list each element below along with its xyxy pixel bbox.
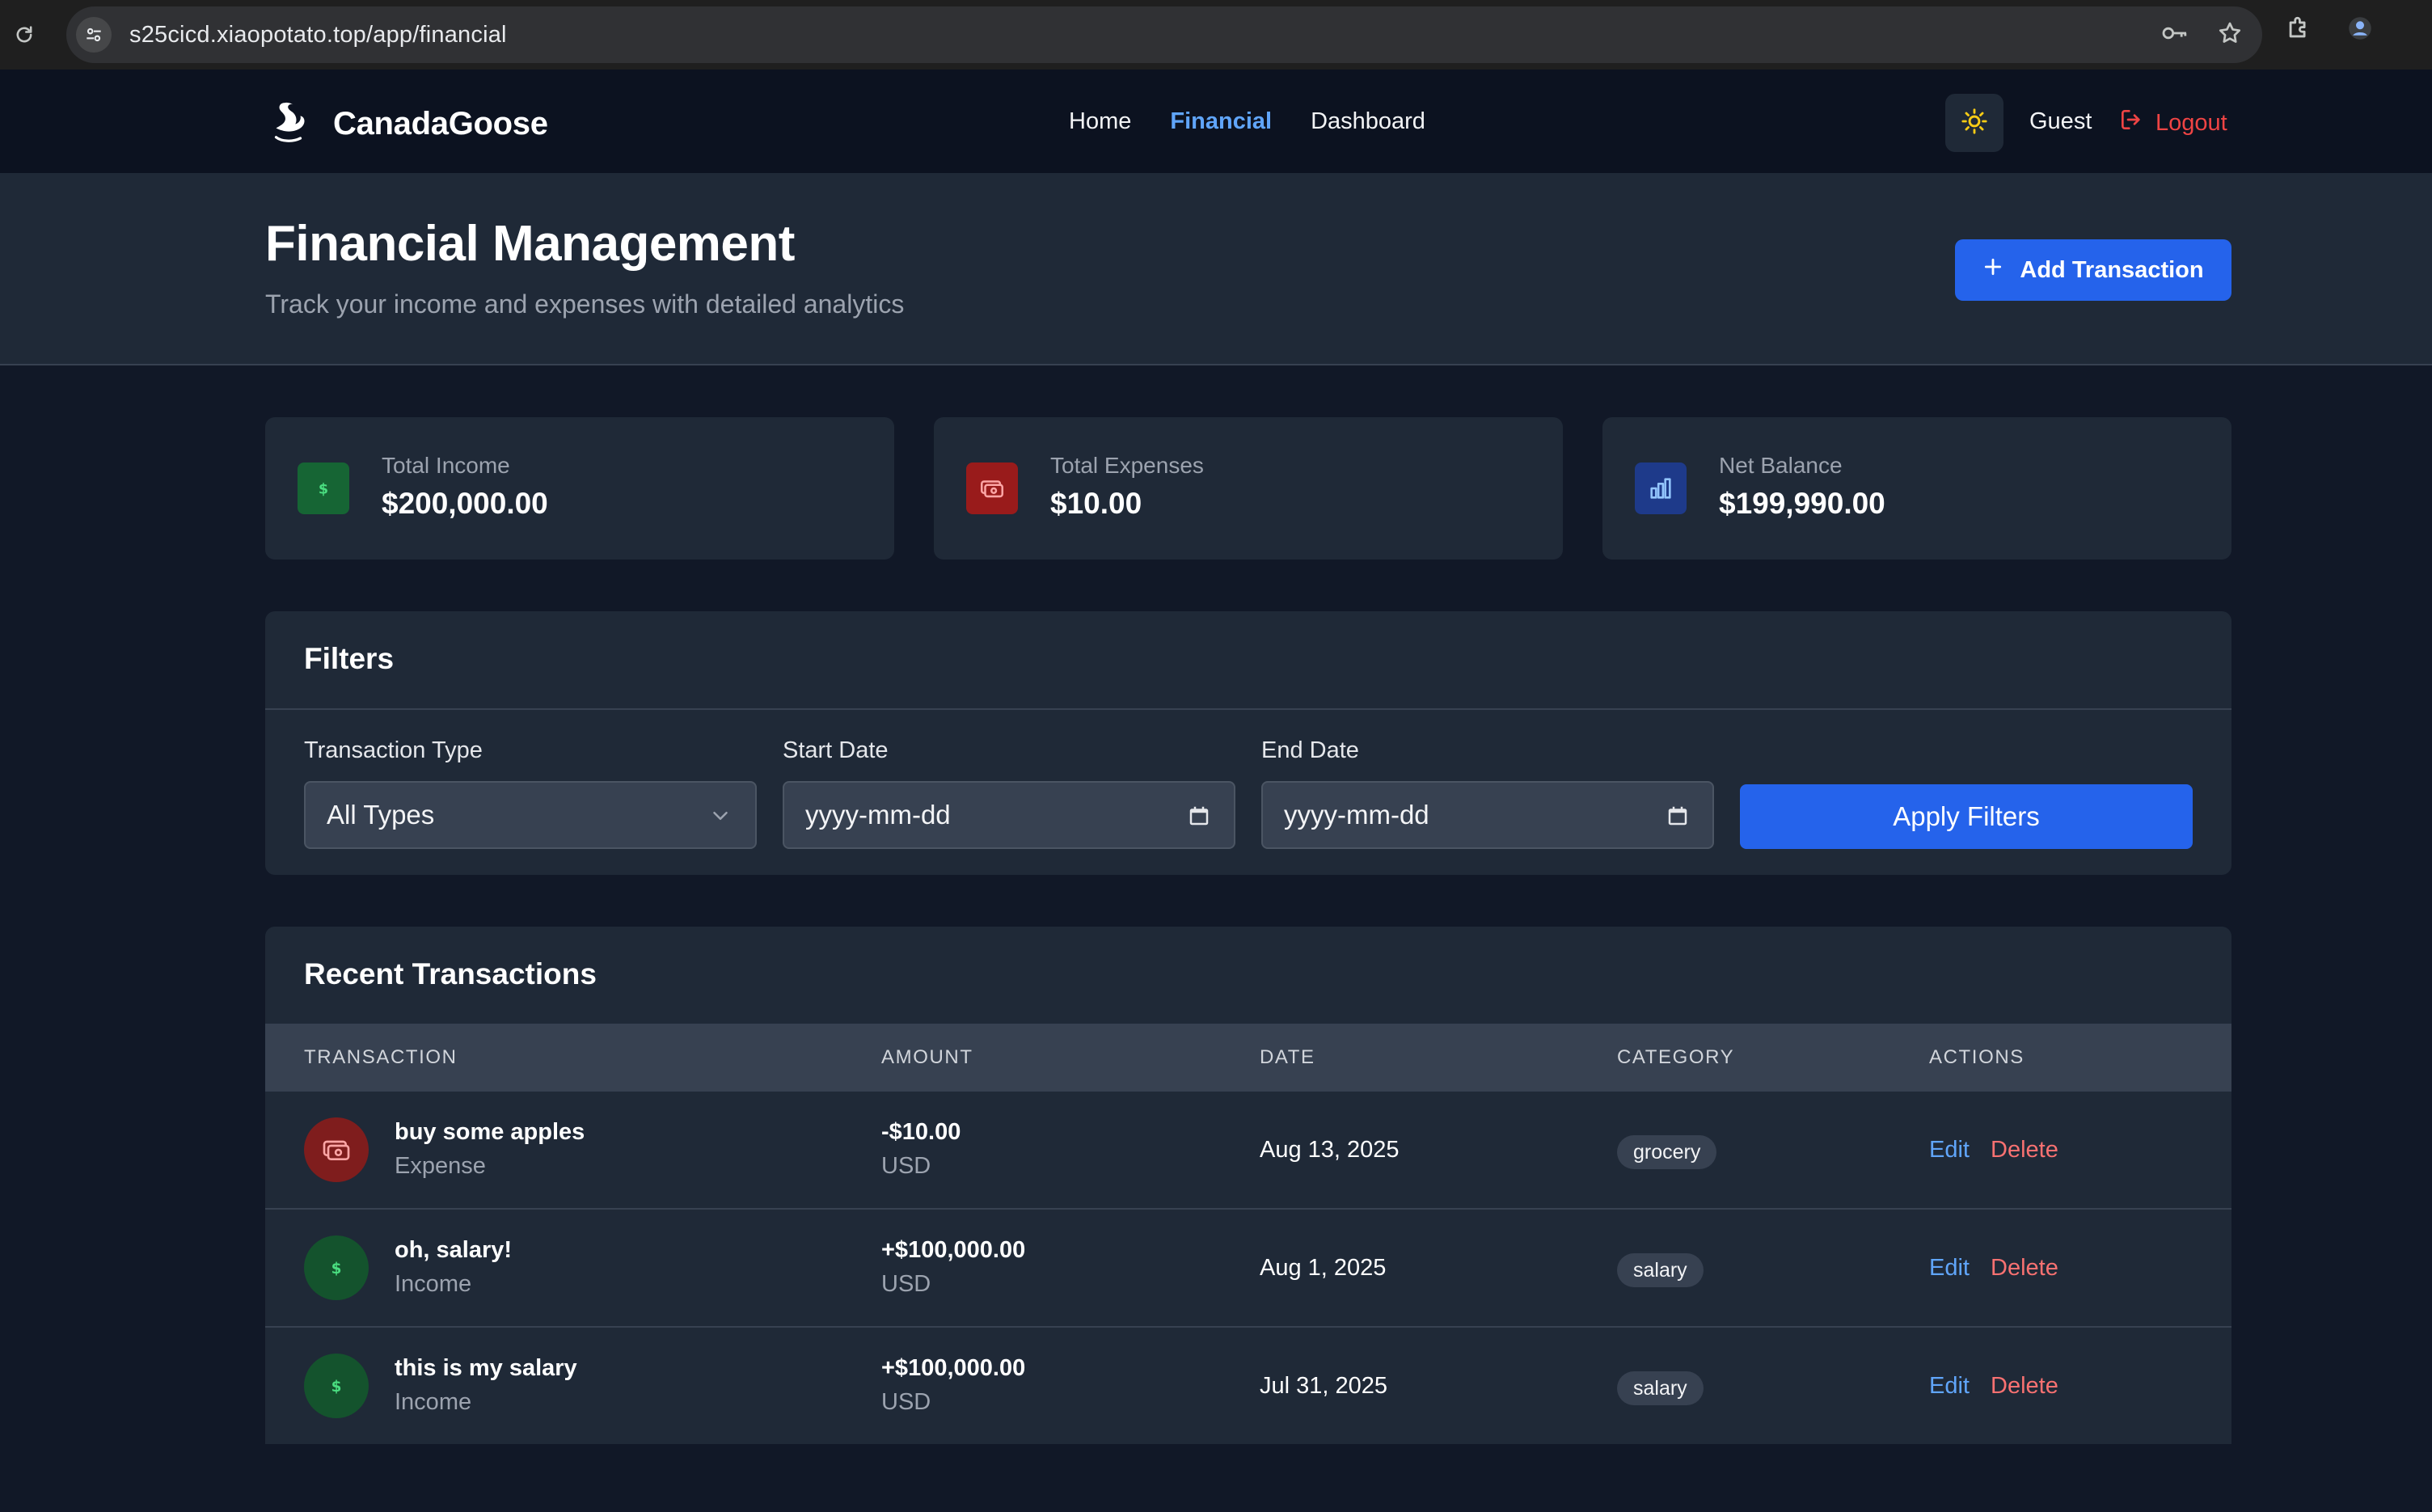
stat-value: $200,000.00 — [382, 487, 548, 520]
goose-logo-icon — [270, 99, 310, 150]
brand-name: CanadaGoose — [333, 106, 548, 141]
dollar-icon: $ — [304, 1235, 369, 1300]
column-header-actions: ACTIONS — [1929, 1046, 2025, 1068]
transaction-name: oh, salary! — [395, 1237, 513, 1263]
apply-filters-button[interactable]: Apply Filters — [1740, 784, 2193, 849]
edit-button[interactable]: Edit — [1929, 1137, 1970, 1164]
page-title: Financial Management — [265, 216, 795, 272]
delete-button[interactable]: Delete — [1991, 1255, 2058, 1282]
start-date-label: Start Date — [783, 737, 889, 763]
cash-icon — [966, 462, 1018, 514]
transaction-amount: +$100,000.00 — [881, 1237, 1026, 1263]
table-row: buy some apples Expense -$10.00 USD Aug … — [265, 1092, 2231, 1210]
profile-avatar-icon[interactable] — [2348, 16, 2372, 44]
stat-card-total-expenses: Total Expenses $10.00 — [934, 417, 1563, 560]
add-transaction-button[interactable]: Add Transaction — [1955, 239, 2231, 301]
transaction-date: Aug 13, 2025 — [1260, 1137, 1400, 1163]
stat-label: Total Income — [382, 453, 510, 478]
category-badge: salary — [1617, 1253, 1704, 1287]
delete-button[interactable]: Delete — [1991, 1373, 2058, 1400]
transaction-amount: -$10.00 — [881, 1119, 961, 1145]
column-header-transaction: TRANSACTION — [304, 1046, 458, 1068]
transaction-type: Income — [395, 1271, 472, 1297]
sun-icon — [1961, 108, 1988, 139]
url-text: s25cicd.xiaopotato.top/app/financial — [129, 21, 507, 48]
table-row: $ oh, salary! Income +$100,000.00 USD Au… — [265, 1210, 2231, 1328]
dollar-icon: $ — [304, 1354, 369, 1418]
svg-text:$: $ — [331, 1261, 342, 1278]
table-row: $ this is my salary Income +$100,000.00 … — [265, 1328, 2231, 1444]
reload-icon[interactable] — [0, 23, 49, 46]
main-nav: Home Financial Dashboard — [1069, 108, 1425, 135]
filters-title: Filters — [304, 642, 395, 675]
nav-financial[interactable]: Financial — [1170, 108, 1272, 135]
transaction-currency: USD — [881, 1271, 931, 1297]
site-info-icon[interactable] — [76, 17, 112, 53]
key-icon[interactable] — [2160, 22, 2189, 49]
user-name: Guest — [2029, 108, 2092, 134]
nav-dashboard[interactable]: Dashboard — [1311, 108, 1425, 135]
transaction-date: Aug 1, 2025 — [1260, 1255, 1387, 1281]
page-header: Financial Management Track your income a… — [0, 175, 2432, 365]
stat-value: $10.00 — [1050, 487, 1142, 520]
end-date-label: End Date — [1261, 737, 1359, 763]
logout-button[interactable]: Logout — [2118, 107, 2227, 139]
logout-icon — [2118, 107, 2144, 139]
column-header-amount: AMOUNT — [881, 1046, 973, 1068]
transaction-name: buy some apples — [395, 1119, 585, 1145]
brand-logo-link[interactable]: CanadaGoose — [270, 99, 548, 150]
end-date-input[interactable]: yyyy-mm-dd — [1261, 781, 1714, 849]
app-navbar: CanadaGoose Home Financial Dashboard Gue… — [0, 70, 2432, 175]
stat-card-net-balance: Net Balance $199,990.00 — [1602, 417, 2231, 560]
delete-button[interactable]: Delete — [1991, 1137, 2058, 1164]
calendar-icon[interactable] — [1666, 804, 1690, 834]
edit-button[interactable]: Edit — [1929, 1255, 1970, 1282]
transaction-currency: USD — [881, 1153, 931, 1179]
bar-chart-icon — [1635, 462, 1687, 514]
svg-text:$: $ — [331, 1379, 342, 1396]
transaction-type: Income — [395, 1389, 472, 1415]
add-transaction-label: Add Transaction — [2020, 256, 2204, 283]
calendar-icon[interactable] — [1187, 804, 1211, 834]
transaction-type-label: Transaction Type — [304, 737, 483, 763]
bookmark-star-icon[interactable] — [2217, 20, 2243, 50]
address-bar[interactable]: s25cicd.xiaopotato.top/app/financial — [66, 6, 2262, 63]
cash-icon — [304, 1117, 369, 1182]
transaction-amount: +$100,000.00 — [881, 1355, 1026, 1381]
theme-toggle-button[interactable] — [1945, 94, 2003, 152]
table-header: TRANSACTION AMOUNT DATE CATEGORY ACTIONS — [265, 1024, 2231, 1092]
transaction-type-value: All Types — [327, 800, 435, 830]
stat-label: Net Balance — [1719, 453, 1843, 478]
extensions-icon[interactable] — [2285, 15, 2312, 46]
transaction-type: Expense — [395, 1153, 486, 1179]
transaction-name: this is my salary — [395, 1355, 577, 1381]
stat-label: Total Expenses — [1050, 453, 1204, 478]
filters-panel: Filters Transaction Type All Types Start… — [265, 611, 2231, 875]
logout-label: Logout — [2155, 109, 2227, 136]
divider — [265, 708, 2231, 710]
transaction-date: Jul 31, 2025 — [1260, 1373, 1388, 1399]
start-date-input[interactable]: yyyy-mm-dd — [783, 781, 1235, 849]
column-header-category: CATEGORY — [1617, 1046, 1735, 1068]
transactions-title: Recent Transactions — [304, 957, 597, 990]
start-date-placeholder: yyyy-mm-dd — [805, 800, 951, 830]
column-header-date: DATE — [1260, 1046, 1315, 1068]
plus-icon — [1982, 256, 2003, 284]
page-subtitle: Track your income and expenses with deta… — [265, 289, 905, 319]
end-date-placeholder: yyyy-mm-dd — [1284, 800, 1429, 830]
dollar-icon: $ — [298, 462, 349, 514]
transaction-type-select[interactable]: All Types — [304, 781, 757, 849]
browser-toolbar: s25cicd.xiaopotato.top/app/financial — [0, 0, 2432, 70]
category-badge: salary — [1617, 1371, 1704, 1405]
nav-home[interactable]: Home — [1069, 108, 1131, 135]
transactions-panel: Recent Transactions TRANSACTION AMOUNT D… — [265, 927, 2231, 1444]
stat-card-total-income: $ Total Income $200,000.00 — [265, 417, 894, 560]
category-badge: grocery — [1617, 1135, 1717, 1169]
edit-button[interactable]: Edit — [1929, 1373, 1970, 1400]
chevron-down-icon — [708, 804, 733, 834]
stat-value: $199,990.00 — [1719, 487, 1885, 520]
svg-text:$: $ — [319, 481, 328, 497]
transaction-currency: USD — [881, 1389, 931, 1415]
